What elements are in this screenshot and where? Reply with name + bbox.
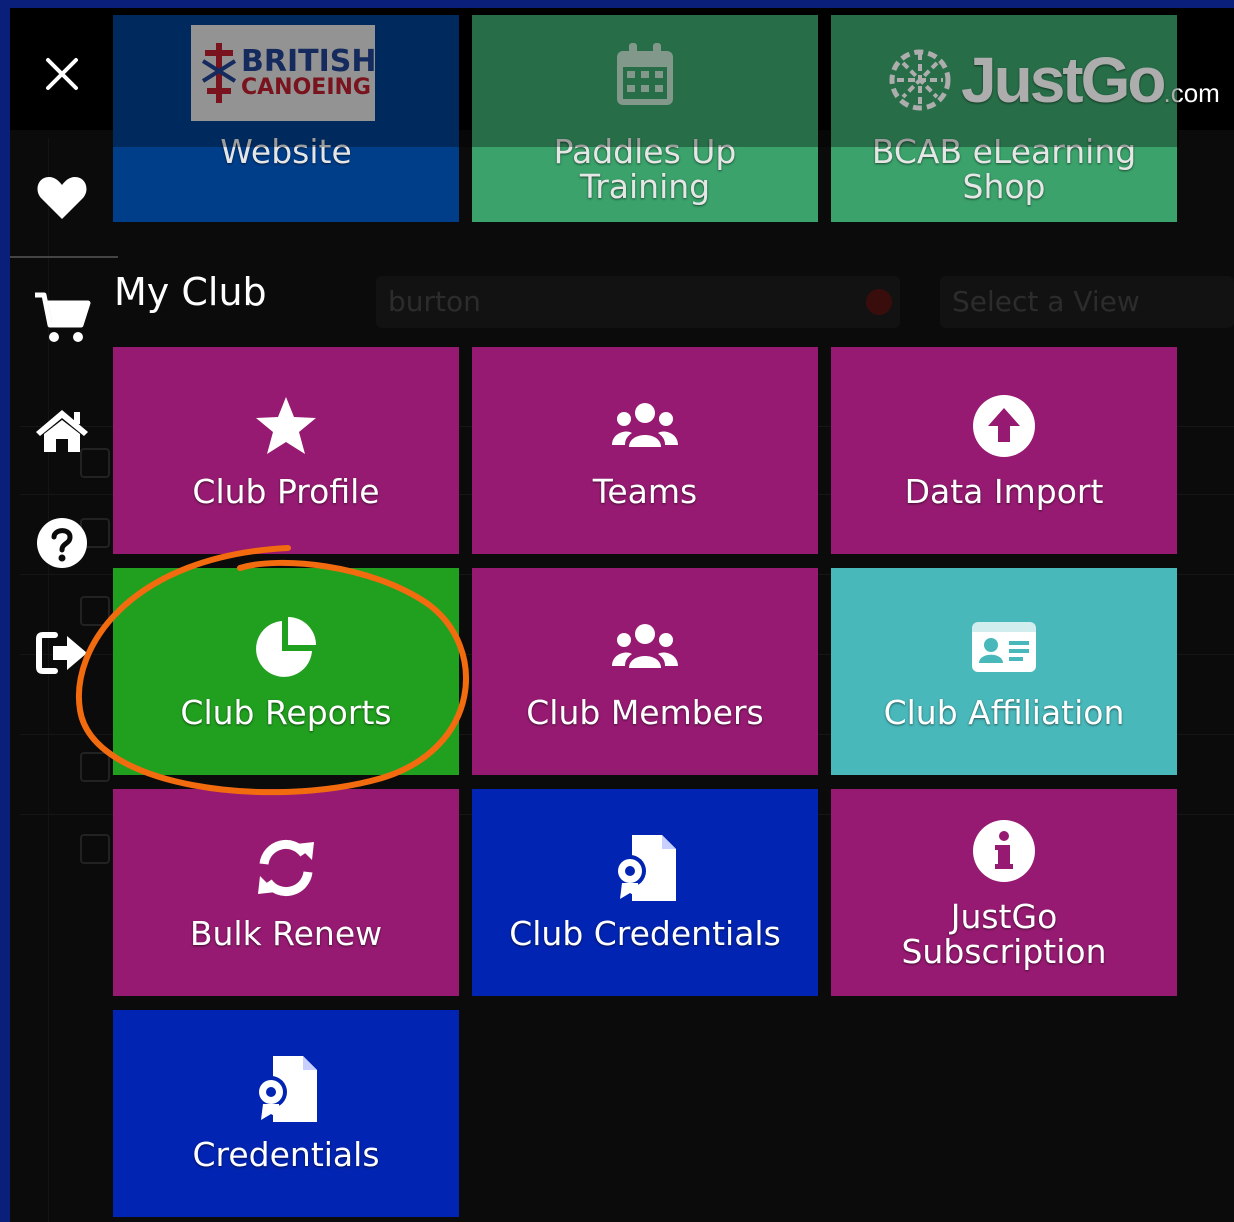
tile-label: Data Import <box>904 472 1104 512</box>
background-view-placeholder: Select a View <box>952 285 1140 318</box>
info-circle-icon <box>969 816 1039 886</box>
question-circle-icon[interactable] <box>32 513 92 573</box>
tile-paddles-up-training[interactable]: Paddles Up Training <box>472 15 818 222</box>
tile-label: Club Members <box>526 693 764 733</box>
tile-bcab-elearning-shop[interactable]: JustGo .com BCAB eLearning Shop <box>831 15 1220 222</box>
tile-teams[interactable]: Teams <box>472 347 818 554</box>
tile-club-affiliation[interactable]: Club Affiliation <box>831 568 1177 775</box>
logo-text-british: BRITISH <box>241 44 377 79</box>
nav-divider <box>10 256 118 258</box>
tile-label: JustGo Subscription <box>901 896 1107 971</box>
background-checkbox <box>80 834 110 864</box>
calendar-icon <box>617 43 673 105</box>
close-icon[interactable] <box>32 44 92 104</box>
home-icon[interactable] <box>32 400 92 460</box>
tile-club-credentials[interactable]: Club Credentials <box>472 789 818 996</box>
globe-icon <box>889 49 951 111</box>
tile-club-members[interactable]: Club Members <box>472 568 818 775</box>
background-checkbox <box>80 596 110 626</box>
id-card-icon <box>969 612 1039 682</box>
certificate-file-icon <box>251 1054 321 1124</box>
section-title: My Club <box>114 270 267 314</box>
tile-club-reports[interactable]: Club Reports <box>113 568 459 775</box>
certificate-file-icon <box>610 833 680 903</box>
sign-out-icon[interactable] <box>32 623 92 683</box>
background-search-input: burton <box>376 276 900 328</box>
tile-justgo-subscription[interactable]: JustGo Subscription <box>831 789 1177 996</box>
tile-credentials[interactable]: Credentials <box>113 1010 459 1217</box>
logo-text-canoeing: CANOEING <box>241 75 371 100</box>
tile-club-profile[interactable]: Club Profile <box>113 347 459 554</box>
users-icon <box>610 612 680 682</box>
menu-overlay: burton Select a View BRITISH CANOEING We… <box>10 8 1234 1222</box>
tile-label: Teams <box>592 472 698 512</box>
tile-label: Club Reports <box>180 693 392 733</box>
tile-label: Paddles Up Training <box>553 132 737 206</box>
tile-label: Club Profile <box>192 472 380 512</box>
background-view-select: Select a View <box>940 276 1234 328</box>
british-canoeing-logo: BRITISH CANOEING <box>191 25 377 121</box>
upload-circle-icon <box>969 391 1039 461</box>
tile-label: Club Affiliation <box>883 693 1125 733</box>
tile-label: BCAB eLearning Shop <box>871 132 1137 206</box>
tile-label: Club Credentials <box>509 914 781 954</box>
background-checkbox <box>80 752 110 782</box>
users-icon <box>610 391 680 461</box>
tile-bulk-renew[interactable]: Bulk Renew <box>113 789 459 996</box>
heart-icon[interactable] <box>32 168 92 228</box>
sync-icon <box>251 833 321 903</box>
tile-label: Bulk Renew <box>189 914 383 954</box>
tile-label: Credentials <box>192 1135 380 1175</box>
tile-website[interactable]: BRITISH CANOEING Website <box>113 15 459 222</box>
justgo-logo: JustGo .com <box>887 43 1220 117</box>
logo-text-justgo: JustGo <box>961 44 1166 116</box>
star-icon <box>251 391 321 461</box>
background-search-value: burton <box>388 285 481 318</box>
clear-icon <box>866 289 892 315</box>
tile-data-import[interactable]: Data Import <box>831 347 1177 554</box>
pie-chart-icon <box>251 612 321 682</box>
cart-icon[interactable] <box>32 288 92 348</box>
tile-label: Website <box>220 132 352 171</box>
paddle-logo-icon <box>201 43 237 103</box>
logo-text-com: .com <box>1163 78 1220 108</box>
